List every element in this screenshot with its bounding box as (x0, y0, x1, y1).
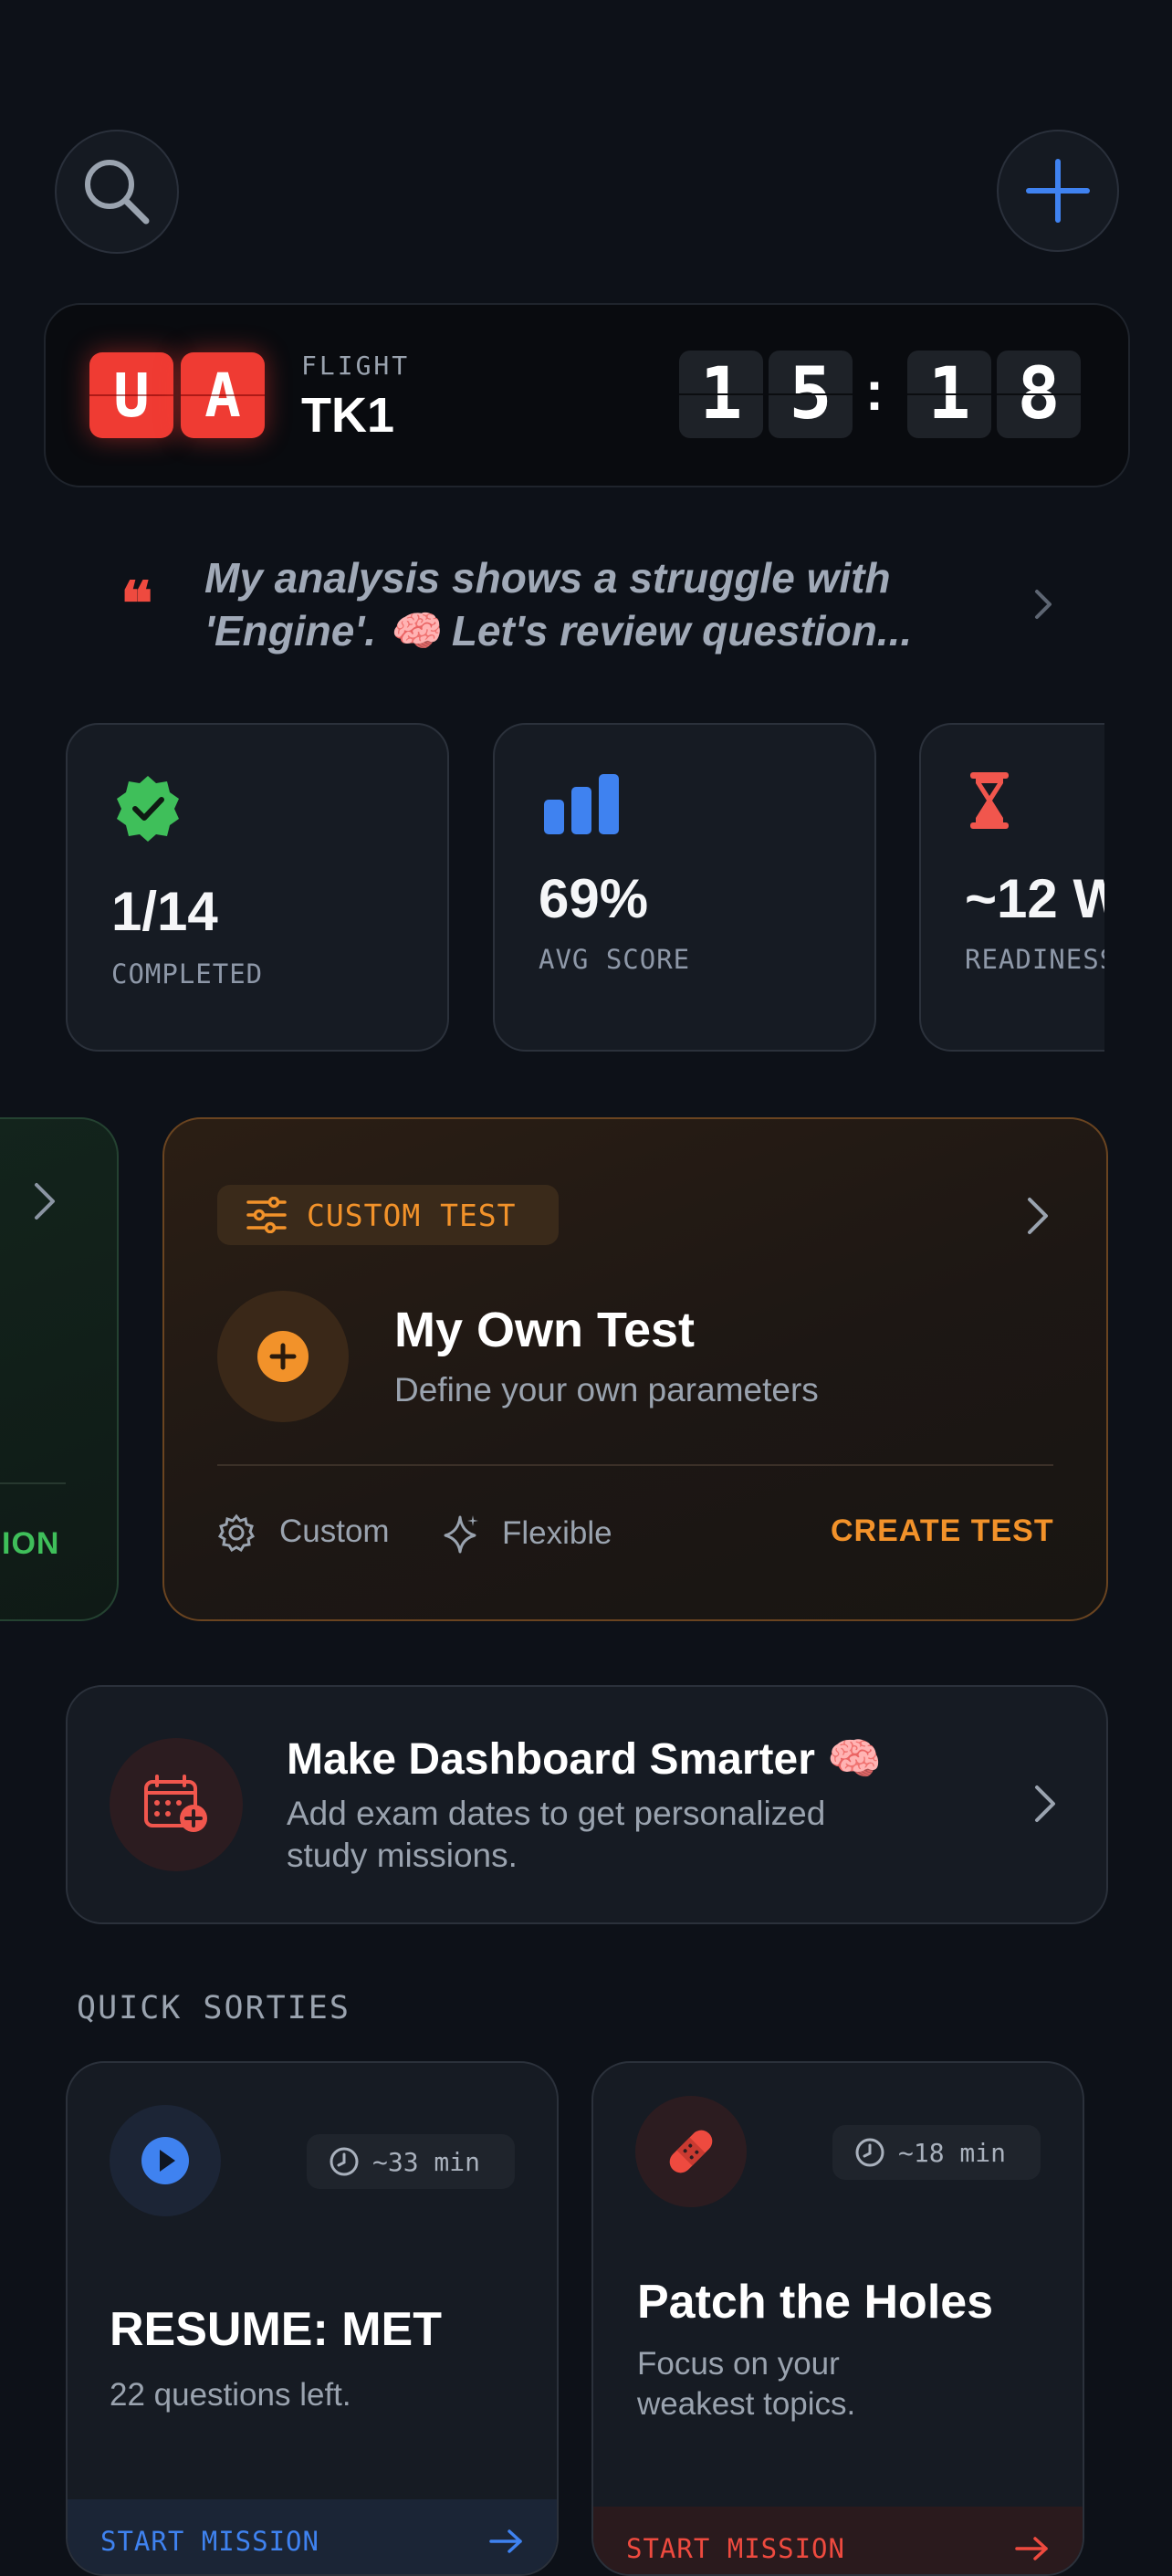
hourglass-icon (970, 772, 1009, 829)
start-mission-label: START MISSION (100, 2526, 319, 2557)
stat-value: ~12 W (965, 868, 1104, 929)
sortie-title: RESUME: MET (110, 2303, 442, 2356)
smart-title: Make Dashboard Smarter 🧠 (287, 1735, 882, 1784)
custom-test-badge-label: CUSTOM TEST (307, 1197, 517, 1233)
stat-label: COMPLETED (111, 958, 264, 990)
play-icon (110, 2105, 221, 2216)
smart-subtitle-line2: study missions. (287, 1837, 518, 1874)
custom-test-tag-flexible: Flexible (502, 1515, 612, 1551)
arrow-right-icon (489, 2529, 522, 2553)
create-test-button[interactable]: CREATE TEST (831, 1513, 1054, 1549)
start-mission-label: START MISSION (626, 2533, 845, 2564)
sparkle-icon (444, 1515, 478, 1554)
section-heading: QUICK SORTIES (77, 1990, 351, 2026)
chevron-right-icon (35, 1183, 55, 1220)
sortie-title: Patch the Holes (637, 2276, 994, 2329)
sliders-icon (246, 1197, 287, 1233)
make-dashboard-smarter-card[interactable]: Make Dashboard Smarter 🧠 Add exam dates … (66, 1685, 1108, 1924)
custom-test-badge: CUSTOM TEST (217, 1185, 559, 1245)
custom-test-tag-custom: Custom (279, 1513, 390, 1549)
start-mission-button[interactable]: START MISSION (593, 2507, 1083, 2574)
sortie-subtitle-line2: weakest topics. (637, 2386, 856, 2422)
sortie-card-resume[interactable]: ~33 min RESUME: MET 22 questions left. S… (66, 2061, 559, 2576)
stat-label: AVG SCORE (539, 944, 691, 975)
stat-card-readiness[interactable]: ~12 W READINESS (919, 723, 1104, 1052)
custom-test-card[interactable]: CUSTOM TEST My Own Test Define your own … (162, 1117, 1108, 1621)
arrow-right-icon (1015, 2537, 1048, 2560)
calendar-add-icon (110, 1738, 243, 1871)
duration-pill: ~33 min (307, 2134, 515, 2189)
sortie-subtitle-line1: 22 questions left. (110, 2377, 351, 2413)
stat-label: READINESS (965, 944, 1104, 975)
clock-icon (330, 2147, 359, 2176)
duration-text: ~18 min (898, 2137, 1007, 2168)
gear-icon (217, 1513, 256, 1552)
verified-check-icon (117, 776, 179, 842)
clock-icon (855, 2138, 884, 2167)
custom-test-subtitle: Define your own parameters (394, 1371, 819, 1408)
smart-subtitle-line1: Add exam dates to get personalized (287, 1795, 826, 1832)
stat-card-completed[interactable]: 1/14 COMPLETED (66, 723, 449, 1052)
stat-value: 69% (539, 868, 649, 929)
bandage-icon (635, 2096, 747, 2207)
chevron-right-icon (1035, 1785, 1055, 1822)
duration-text: ~33 min (372, 2146, 481, 2177)
mission-card-peek[interactable]: ION (0, 1117, 119, 1621)
start-mission-button[interactable]: START MISSION (68, 2499, 557, 2574)
stat-value: 1/14 (111, 881, 218, 942)
custom-test-title: My Own Test (394, 1303, 696, 1357)
divider (0, 1482, 66, 1484)
divider (217, 1464, 1053, 1466)
sortie-subtitle-line1: Focus on your (637, 2346, 840, 2382)
chevron-right-icon (1028, 1198, 1048, 1234)
sortie-card-patch-holes[interactable]: ~18 min Patch the Holes Focus on your we… (591, 2061, 1084, 2576)
add-test-icon (217, 1291, 349, 1422)
duration-pill: ~18 min (832, 2125, 1041, 2180)
peek-footer-text: ION (2, 1526, 60, 1561)
stat-card-avg-score[interactable]: 69% AVG SCORE (493, 723, 876, 1052)
bar-chart-icon (544, 774, 619, 834)
